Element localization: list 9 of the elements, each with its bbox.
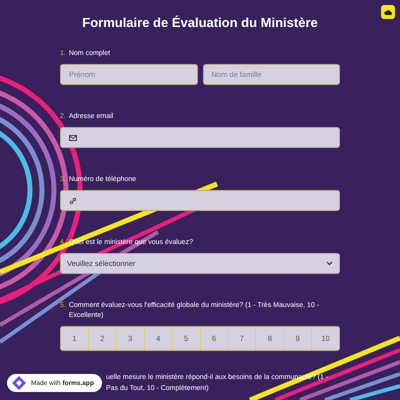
- envelope-icon: [69, 134, 77, 140]
- forms-logo-icon: [11, 375, 27, 391]
- link-icon: [69, 196, 77, 204]
- input-field[interactable]: [60, 190, 340, 211]
- cloud-icon: [384, 9, 392, 15]
- chevron-down-icon: [326, 261, 333, 266]
- cloud-button[interactable]: [381, 5, 395, 19]
- input-field[interactable]: [60, 127, 340, 148]
- form-title: Formulaire de Évaluation du Ministère: [81, 14, 319, 30]
